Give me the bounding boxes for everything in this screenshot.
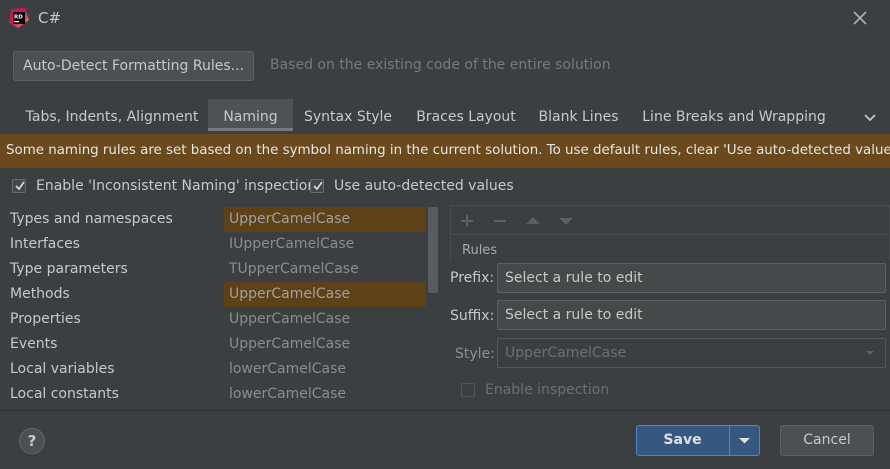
tab-line-breaks-wrapping[interactable]: Line Breaks and Wrapping — [636, 99, 832, 131]
rule-style: lowerCamelCase — [229, 386, 347, 402]
auto-detected-values-label: Use auto-detected values — [334, 178, 514, 194]
rule-style: TUpperCamelCase — [229, 261, 359, 277]
rules-header-label: Rules — [462, 243, 498, 258]
auto-detect-button[interactable]: Auto-Detect Formatting Rules... — [13, 51, 254, 81]
remove-rule-button[interactable] — [491, 212, 509, 230]
list-item[interactable]: Methods UpperCamelCase — [0, 282, 440, 307]
rule-style: UpperCamelCase — [224, 282, 426, 307]
remove-icon — [494, 220, 506, 222]
rule-style: IUpperCamelCase — [229, 236, 355, 252]
save-options-dropdown[interactable] — [730, 426, 759, 455]
list-scrollbar[interactable] — [428, 207, 438, 293]
caret-down-icon — [739, 438, 750, 444]
rule-style: UpperCamelCase — [224, 207, 426, 232]
style-label: Style: — [455, 346, 495, 362]
enable-inspection-checkbox[interactable] — [461, 383, 475, 397]
list-item[interactable]: Type parameters TUpperCamelCase — [0, 257, 440, 282]
rule-name: Events — [10, 336, 58, 352]
list-item[interactable]: Local variables lowerCamelCase — [0, 357, 440, 382]
svg-text:RD: RD — [14, 15, 23, 21]
tab-tabs-indents-alignment[interactable]: Tabs, Indents, Alignment — [17, 99, 207, 131]
inconsistent-naming-label: Enable 'Inconsistent Naming' inspection — [36, 178, 317, 194]
chevron-down-icon — [864, 347, 876, 363]
tab-bar: Tabs, Indents, Alignment Naming Syntax S… — [0, 99, 890, 133]
list-item[interactable]: Types and namespaces UpperCamelCase — [0, 207, 440, 232]
rules-table-header: Rules — [450, 235, 890, 260]
add-icon — [461, 215, 473, 227]
tab-naming[interactable]: Naming — [208, 99, 293, 131]
rule-name: Local constants — [10, 386, 119, 402]
prefix-label: Prefix: — [450, 270, 495, 286]
close-icon — [853, 11, 867, 25]
close-button[interactable] — [848, 6, 872, 30]
save-label: Save — [663, 432, 702, 448]
move-up-button[interactable] — [524, 212, 542, 230]
checkmark-icon — [15, 181, 25, 191]
list-item[interactable]: Properties UpperCamelCase — [0, 307, 440, 332]
rule-name: Local variables — [10, 361, 115, 377]
rule-style: lowerCamelCase — [229, 361, 347, 377]
auto-detect-warning-banner: Some naming rules are set based on the s… — [0, 134, 890, 168]
window-title: C# — [38, 9, 62, 27]
checkmark-icon — [313, 181, 323, 191]
suffix-label: Suffix: — [450, 308, 495, 324]
move-down-button[interactable] — [557, 212, 575, 230]
help-button[interactable]: ? — [19, 428, 45, 454]
save-button[interactable]: Save — [636, 425, 760, 456]
title-bar — [0, 0, 890, 38]
list-item[interactable]: Interfaces IUpperCamelCase — [0, 232, 440, 257]
rule-name: Interfaces — [10, 236, 80, 252]
chevron-down-icon — [864, 114, 876, 122]
tabs-more-button[interactable] — [860, 107, 880, 127]
list-item[interactable]: Local constants lowerCamelCase — [0, 382, 440, 407]
rule-name: Types and namespaces — [10, 211, 173, 227]
rule-style: UpperCamelCase — [229, 336, 351, 352]
list-item[interactable]: Events UpperCamelCase — [0, 332, 440, 357]
move-down-icon — [559, 218, 573, 225]
rule-toolbar — [450, 205, 890, 235]
move-up-icon — [526, 217, 540, 224]
inconsistent-naming-checkbox[interactable] — [12, 179, 26, 193]
auto-detect-description: Based on the existing code of the entire… — [270, 57, 611, 73]
auto-detected-values-checkbox[interactable] — [310, 179, 324, 193]
footer-divider — [0, 410, 890, 411]
style-select[interactable]: UpperCamelCase — [497, 338, 886, 368]
rule-name: Properties — [10, 311, 81, 327]
suffix-field[interactable]: Select a rule to edit — [497, 300, 886, 330]
tab-blank-lines[interactable]: Blank Lines — [530, 99, 627, 131]
cancel-button[interactable]: Cancel — [780, 425, 874, 456]
tab-braces-layout[interactable]: Braces Layout — [407, 99, 525, 131]
enable-inspection-label: Enable inspection — [485, 382, 610, 398]
rider-logo-icon: RD — [9, 8, 29, 28]
naming-rules-list: Types and namespaces UpperCamelCase Inte… — [0, 205, 440, 410]
rule-name: Methods — [10, 286, 70, 302]
add-rule-button[interactable] — [458, 212, 476, 230]
prefix-field[interactable]: Select a rule to edit — [497, 263, 886, 293]
rule-name: Type parameters — [10, 261, 128, 277]
tab-syntax-style[interactable]: Syntax Style — [296, 99, 400, 131]
rule-style: UpperCamelCase — [229, 311, 351, 327]
